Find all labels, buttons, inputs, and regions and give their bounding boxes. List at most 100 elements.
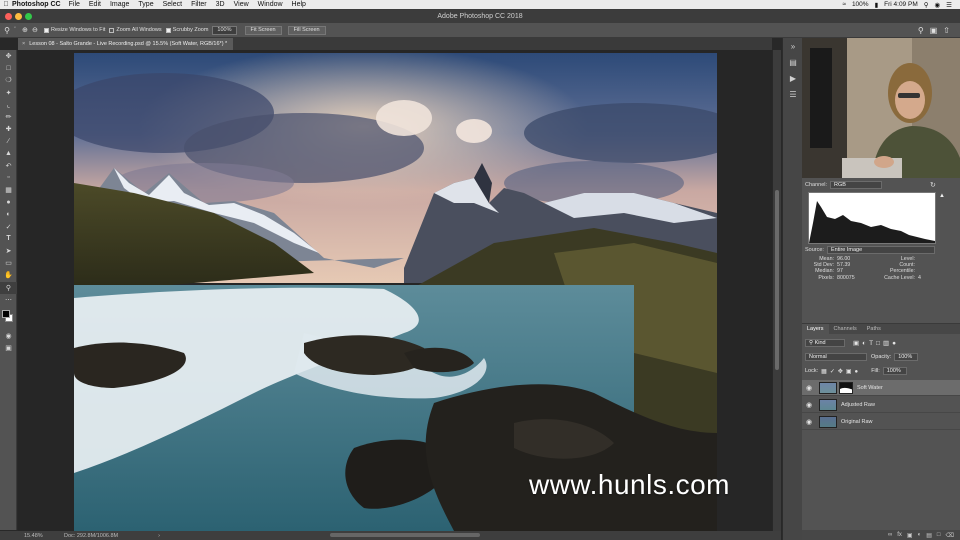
delete-layer-icon[interactable]: ⌫ xyxy=(946,532,954,539)
menu-window[interactable]: Window xyxy=(258,1,283,8)
fill-field[interactable]: 100% xyxy=(882,367,907,375)
menu-type[interactable]: Type xyxy=(138,1,153,8)
gradient-tool-icon[interactable]: ▦ xyxy=(0,184,17,196)
status-menu-arrow-icon[interactable]: › xyxy=(118,533,160,539)
new-layer-icon[interactable]: □ xyxy=(937,532,941,538)
zoom-out-icon[interactable]: ⊖ xyxy=(32,26,44,34)
actions-panel-icon[interactable]: ▶ xyxy=(783,70,803,86)
workspace-icon[interactable]: ▣ xyxy=(930,26,938,35)
histogram-warning-icon[interactable]: ▲ xyxy=(939,193,945,199)
menu-app-name[interactable]: Photoshop CC xyxy=(12,1,61,8)
tab-channels[interactable]: Channels xyxy=(829,324,862,334)
zoom-in-icon[interactable]: ⊕ xyxy=(22,26,32,34)
menu-file[interactable]: File xyxy=(69,1,80,8)
adjustment-layer-icon[interactable]: ◐ xyxy=(918,532,922,538)
visibility-eye-icon[interactable]: ◉ xyxy=(802,384,816,392)
layer-thumbnail[interactable] xyxy=(819,415,837,428)
layer-thumbnail[interactable] xyxy=(819,381,837,394)
menu-help[interactable]: Help xyxy=(292,1,306,8)
shape-tool-icon[interactable]: ▭ xyxy=(0,257,17,269)
canvas-vertical-scrollbar[interactable] xyxy=(773,50,781,531)
layer-thumbnail[interactable] xyxy=(819,398,837,411)
blur-tool-icon[interactable]: ● xyxy=(0,196,17,208)
opacity-field[interactable]: 100% xyxy=(894,353,919,361)
landscape-photo[interactable] xyxy=(74,53,717,531)
zoom-tool-icon[interactable]: ⚲ xyxy=(0,281,17,294)
hand-tool-icon[interactable]: ✋ xyxy=(0,269,17,281)
quick-select-tool-icon[interactable]: ✦ xyxy=(0,87,17,99)
battery-icon[interactable]: ▮ xyxy=(875,1,879,9)
history-panel-icon[interactable]: ▤ xyxy=(783,54,803,70)
lasso-tool-icon[interactable]: ❍ xyxy=(0,74,17,86)
menu-view[interactable]: View xyxy=(234,1,249,8)
spotlight-icon[interactable]: ⚲ xyxy=(924,1,929,9)
clock[interactable]: Fri 4:09 PM xyxy=(884,1,918,8)
horizontal-scroll-thumb[interactable] xyxy=(330,533,480,537)
close-tab-icon[interactable]: × xyxy=(22,41,25,47)
dodge-tool-icon[interactable]: ◐ xyxy=(0,208,17,220)
search-icon[interactable]: ⚲ xyxy=(918,26,924,35)
foreground-color-swatch[interactable] xyxy=(2,309,10,318)
menu-3d[interactable]: 3D xyxy=(216,1,225,8)
share-icon[interactable]: ⇧ xyxy=(943,26,950,35)
menu-image[interactable]: Image xyxy=(110,1,129,8)
menu-filter[interactable]: Filter xyxy=(191,1,207,8)
marquee-tool-icon[interactable]: □ xyxy=(0,62,17,74)
layer-filter-select[interactable]: ⚲ Kind xyxy=(805,339,845,347)
layer-name[interactable]: Adjusted Raw xyxy=(841,402,875,408)
path-select-tool-icon[interactable]: ➤ xyxy=(0,245,17,257)
link-layers-icon[interactable]: ∞ xyxy=(888,532,892,538)
refresh-histogram-icon[interactable]: ↻ xyxy=(930,181,936,189)
visibility-eye-icon[interactable]: ◉ xyxy=(802,401,816,409)
zoom-all-windows-checkbox[interactable]: Zoom All Windows xyxy=(109,27,162,33)
new-group-icon[interactable]: ▤ xyxy=(926,532,932,539)
brush-tool-icon[interactable]: ∕ xyxy=(0,135,17,147)
layer-adjusted-raw[interactable]: ◉ Adjusted Raw xyxy=(802,397,960,413)
document-tab[interactable]: × Lesson 08 - Salto Grande - Live Recordi… xyxy=(18,38,234,50)
fit-screen-button[interactable]: Fit Screen xyxy=(244,25,282,35)
move-tool-icon[interactable]: ✥ xyxy=(0,50,17,62)
add-mask-icon[interactable]: ▣ xyxy=(907,532,913,539)
quick-mask-icon[interactable]: ◉ xyxy=(0,330,17,342)
crop-tool-icon[interactable]: ⌞ xyxy=(0,99,17,111)
visibility-eye-icon[interactable]: ◉ xyxy=(802,418,816,426)
layer-style-icon[interactable]: fx xyxy=(897,532,902,538)
scrubby-zoom-checkbox[interactable]: Scrubby Zoom xyxy=(165,27,208,33)
menu-list-icon[interactable]: ☰ xyxy=(946,1,952,9)
tool-preset-chevron-icon[interactable]: ˇ xyxy=(14,27,22,33)
layer-mask-thumbnail[interactable] xyxy=(839,381,853,394)
layer-soft-water[interactable]: ◉ Soft Water xyxy=(802,380,960,396)
screen-mode-icon[interactable]: ▣ xyxy=(0,342,17,354)
eraser-tool-icon[interactable]: ▫ xyxy=(0,172,17,184)
tab-paths[interactable]: Paths xyxy=(862,324,886,334)
layer-name[interactable]: Original Raw xyxy=(841,419,872,425)
status-zoom[interactable]: 15.48% xyxy=(0,533,43,539)
layer-original-raw[interactable]: ◉ Original Raw xyxy=(802,414,960,430)
source-select[interactable]: Entire Image xyxy=(826,246,935,254)
document-canvas[interactable]: www.hunls.com xyxy=(18,50,772,531)
resize-windows-checkbox[interactable]: Resize Windows to Fit xyxy=(44,27,105,33)
pen-tool-icon[interactable]: ✓ xyxy=(0,221,17,233)
menu-select[interactable]: Select xyxy=(163,1,182,8)
menu-edit[interactable]: Edit xyxy=(89,1,101,8)
zoom-percent-field[interactable]: 100% xyxy=(212,25,237,35)
tab-layers[interactable]: Layers xyxy=(802,324,829,334)
apple-icon[interactable]:  xyxy=(0,1,12,8)
wifi-icon[interactable]: ≈ xyxy=(842,1,846,8)
layer-name[interactable]: Soft Water xyxy=(857,385,883,391)
zoom-tool-icon[interactable]: ⚲ xyxy=(0,26,14,35)
properties-panel-icon[interactable]: ☰ xyxy=(783,86,803,102)
vertical-scroll-thumb[interactable] xyxy=(775,190,779,370)
type-tool-icon[interactable]: T xyxy=(0,233,17,245)
lock-icons[interactable]: ▦✓✥▣● xyxy=(821,368,861,375)
collapse-panels-icon[interactable]: » xyxy=(783,38,803,54)
more-tools-icon[interactable]: ⋯ xyxy=(0,294,17,306)
history-brush-tool-icon[interactable]: ↶ xyxy=(0,160,17,172)
clone-stamp-tool-icon[interactable]: ▲ xyxy=(0,148,17,160)
healing-brush-tool-icon[interactable]: ✚ xyxy=(0,123,17,135)
eyedropper-tool-icon[interactable]: ✏ xyxy=(0,111,17,123)
blend-mode-select[interactable]: Normal xyxy=(805,353,867,361)
fill-screen-button[interactable]: Fill Screen xyxy=(287,25,326,35)
channel-select[interactable]: RGB xyxy=(830,181,883,189)
layer-filter-icons[interactable]: ▣◐T□▥● xyxy=(853,339,899,347)
